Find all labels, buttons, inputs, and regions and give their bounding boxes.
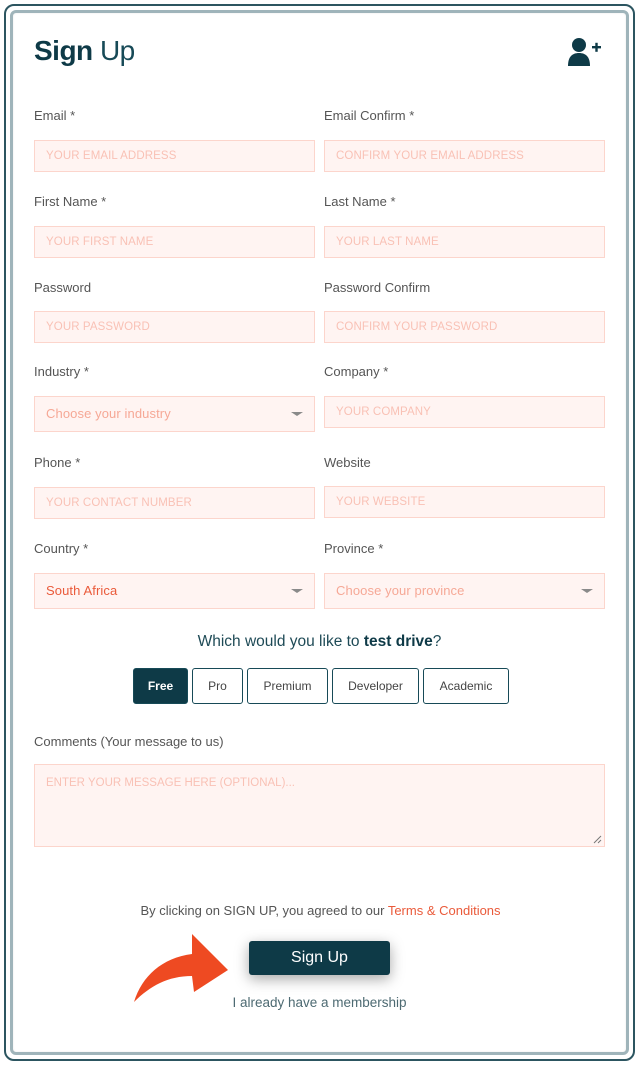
terms-link[interactable]: Terms & Conditions bbox=[388, 903, 501, 918]
industry-label: Industry * bbox=[34, 364, 89, 379]
last-name-input[interactable]: YOUR LAST NAME bbox=[324, 226, 605, 258]
website-input[interactable]: YOUR WEBSITE bbox=[324, 486, 605, 518]
title-light: Up bbox=[99, 35, 135, 66]
first-name-placeholder: YOUR FIRST NAME bbox=[46, 236, 154, 248]
first-name-input[interactable]: YOUR FIRST NAME bbox=[34, 226, 315, 258]
company-label: Company * bbox=[324, 364, 389, 379]
chevron-down-icon bbox=[291, 412, 303, 416]
company-input[interactable]: YOUR COMPANY bbox=[324, 396, 605, 428]
first-name-label: First Name * bbox=[34, 194, 107, 209]
terms-notice: By clicking on SIGN UP, you agreed to ou… bbox=[0, 903, 639, 918]
plan-selector: Free Pro Premium Developer Academic bbox=[0, 668, 639, 704]
chevron-down-icon bbox=[291, 589, 303, 593]
chevron-down-icon bbox=[581, 589, 593, 593]
last-name-label: Last Name * bbox=[324, 194, 396, 209]
country-select[interactable]: South Africa bbox=[34, 573, 315, 609]
company-placeholder: YOUR COMPANY bbox=[336, 406, 431, 418]
question-bold: test drive bbox=[363, 633, 433, 650]
email-placeholder: YOUR EMAIL ADDRESS bbox=[46, 150, 177, 162]
email-confirm-input[interactable]: CONFIRM YOUR EMAIL ADDRESS bbox=[324, 140, 605, 172]
arrow-pointer-icon bbox=[134, 934, 228, 1002]
plan-developer-button[interactable]: Developer bbox=[332, 668, 419, 704]
plan-academic-button[interactable]: Academic bbox=[423, 668, 509, 704]
phone-label: Phone * bbox=[34, 455, 81, 470]
comments-textarea[interactable]: ENTER YOUR MESSAGE HERE (OPTIONAL)... bbox=[34, 764, 605, 847]
website-placeholder: YOUR WEBSITE bbox=[336, 496, 426, 508]
password-confirm-label: Password Confirm bbox=[324, 280, 431, 295]
test-drive-question: Which would you like to test drive? bbox=[0, 633, 639, 651]
country-selected: South Africa bbox=[46, 583, 118, 598]
website-label: Website bbox=[324, 455, 371, 470]
terms-prefix: By clicking on SIGN UP, you agreed to ou… bbox=[140, 903, 388, 918]
email-confirm-placeholder: CONFIRM YOUR EMAIL ADDRESS bbox=[336, 150, 524, 162]
password-label: Password bbox=[34, 280, 92, 295]
email-input[interactable]: YOUR EMAIL ADDRESS bbox=[34, 140, 315, 172]
country-label: Country * bbox=[34, 541, 89, 556]
province-label: Province * bbox=[324, 541, 384, 556]
plan-free-button[interactable]: Free bbox=[133, 668, 188, 704]
email-label: Email * bbox=[34, 108, 76, 123]
plan-pro-button[interactable]: Pro bbox=[192, 668, 243, 704]
question-prefix: Which would you like to bbox=[197, 633, 364, 650]
password-confirm-input[interactable]: CONFIRM YOUR PASSWORD bbox=[324, 311, 605, 343]
title-bold: Sign bbox=[34, 35, 93, 66]
existing-member-link[interactable]: I already have a membership bbox=[0, 995, 639, 1010]
comments-placeholder: ENTER YOUR MESSAGE HERE (OPTIONAL)... bbox=[46, 777, 295, 789]
question-suffix: ? bbox=[432, 633, 442, 650]
plan-premium-button[interactable]: Premium bbox=[247, 668, 328, 704]
industry-selected: Choose your industry bbox=[46, 406, 171, 421]
page-title: Sign Up bbox=[34, 35, 135, 67]
industry-select[interactable]: Choose your industry bbox=[34, 396, 315, 432]
comments-label: Comments (Your message to us) bbox=[34, 734, 224, 749]
user-plus-icon[interactable] bbox=[567, 37, 603, 67]
phone-placeholder: YOUR CONTACT NUMBER bbox=[46, 497, 192, 509]
resize-handle-icon[interactable] bbox=[592, 834, 602, 844]
province-selected: Choose your province bbox=[336, 583, 465, 598]
password-confirm-placeholder: CONFIRM YOUR PASSWORD bbox=[336, 321, 498, 333]
last-name-placeholder: YOUR LAST NAME bbox=[336, 236, 439, 248]
phone-input[interactable]: YOUR CONTACT NUMBER bbox=[34, 487, 315, 519]
password-input[interactable]: YOUR PASSWORD bbox=[34, 311, 315, 343]
sign-up-button[interactable]: Sign Up bbox=[249, 941, 390, 975]
email-confirm-label: Email Confirm * bbox=[324, 108, 415, 123]
password-placeholder: YOUR PASSWORD bbox=[46, 321, 150, 333]
province-select[interactable]: Choose your province bbox=[324, 573, 605, 609]
